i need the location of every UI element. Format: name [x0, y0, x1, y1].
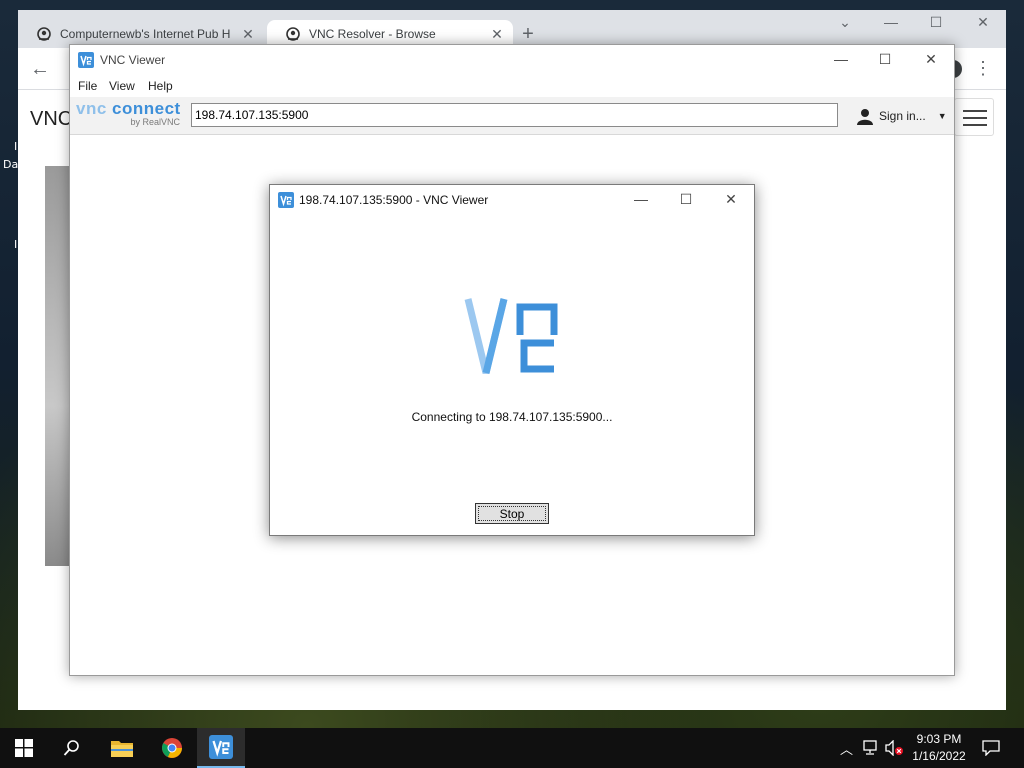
new-tab-button[interactable]: + — [518, 24, 538, 44]
user-icon — [857, 109, 873, 125]
address-bar-row: vnc connect by RealVNC Sign in... ▼ — [70, 97, 954, 135]
menu-file[interactable]: File — [78, 79, 97, 93]
vnc-viewer-taskbar-button[interactable] — [197, 728, 245, 768]
window-titlebar[interactable]: VNC Viewer — ☐ ✕ — [70, 45, 954, 75]
chrome-button[interactable] — [148, 728, 196, 768]
network-icon — [863, 740, 877, 755]
stop-button[interactable]: Stop — [475, 503, 549, 524]
desktop-icon-fragment[interactable]: I — [14, 140, 17, 153]
action-center-button[interactable] — [982, 728, 1000, 768]
sign-in-label: Sign in... — [879, 109, 926, 123]
more-menu-icon[interactable]: ⋮ — [974, 58, 992, 79]
window-title: VNC Viewer — [100, 53, 166, 67]
maximize-icon[interactable]: ☐ — [921, 14, 951, 31]
tab-title: VNC Resolver - Browse — [309, 27, 436, 41]
page-title: VNC — [30, 108, 73, 130]
sign-in-button[interactable]: Sign in... ▼ — [856, 107, 947, 125]
tab-search-icon[interactable]: ⌄ — [830, 14, 860, 31]
clock-time: 9:03 PM — [916, 732, 962, 746]
tab-title: Computernewb's Internet Pub H — [60, 27, 231, 41]
logo-prefix: vnc — [76, 99, 107, 118]
desktop-icon-fragment[interactable]: I — [14, 238, 17, 251]
hamburger-menu-button[interactable] — [954, 98, 994, 136]
minimize-icon[interactable]: — — [626, 191, 656, 207]
tab-strip: Computernewb's Internet Pub H ✕ VNC Reso… — [18, 10, 1006, 48]
taskbar: ︿ 9:03 PM 1/16/2022 — [0, 728, 1024, 768]
close-icon[interactable]: ✕ — [968, 14, 998, 31]
chevron-up-icon: ︿ — [840, 741, 854, 757]
desktop-icon-label-fragment[interactable]: Da — [3, 158, 18, 171]
volume-button[interactable] — [884, 728, 904, 768]
volume-muted-icon — [885, 740, 903, 756]
minimize-icon[interactable]: — — [876, 14, 906, 30]
vnc-app-icon — [78, 52, 94, 68]
menu-view[interactable]: View — [109, 79, 135, 93]
vnc-app-icon — [278, 192, 294, 208]
dropdown-caret-icon: ▼ — [937, 111, 947, 121]
windows-icon — [15, 739, 33, 757]
tab-close-icon[interactable]: ✕ — [489, 26, 505, 43]
back-arrow-icon[interactable]: ← — [30, 58, 50, 81]
vnc-server-address-input[interactable] — [191, 103, 838, 127]
menu-help[interactable]: Help — [148, 79, 173, 93]
logo-main-text: connect — [106, 99, 181, 118]
vnc-logo-icon — [464, 298, 558, 374]
chrome-icon — [162, 738, 182, 758]
connection-status: Connecting to 198.74.107.135:5900... — [411, 410, 613, 424]
vnc-connect-logo: vnc connect by RealVNC — [76, 99, 186, 131]
logo-subtext: by RealVNC — [130, 117, 180, 127]
clock-date: 1/16/2022 — [912, 749, 966, 763]
tab-close-icon[interactable]: ✕ — [240, 26, 256, 43]
connection-dialog: 198.74.107.135:5900 - VNC Viewer — ☐ ✕ C… — [269, 184, 755, 536]
show-hidden-icons-button[interactable]: ︿ — [840, 728, 853, 768]
site-favicon-icon — [36, 26, 52, 42]
minimize-icon[interactable]: — — [826, 51, 856, 67]
site-favicon-icon — [285, 26, 301, 42]
maximize-icon[interactable]: ☐ — [671, 191, 701, 207]
file-explorer-button[interactable] — [98, 728, 146, 768]
menu-bar: File View Help — [70, 75, 954, 97]
system-clock[interactable]: 9:03 PM 1/16/2022 — [906, 731, 972, 765]
network-button[interactable] — [862, 728, 880, 768]
dialog-titlebar[interactable]: 198.74.107.135:5900 - VNC Viewer — ☐ ✕ — [270, 185, 754, 215]
vnc-app-icon — [209, 735, 233, 759]
search-button[interactable] — [48, 728, 96, 768]
folder-icon — [111, 741, 133, 757]
close-icon[interactable]: ✕ — [916, 51, 946, 67]
start-button[interactable] — [0, 728, 48, 768]
maximize-icon[interactable]: ☐ — [870, 51, 900, 67]
notification-icon — [982, 740, 1000, 756]
dialog-title: 198.74.107.135:5900 - VNC Viewer — [299, 193, 489, 207]
search-icon — [63, 740, 79, 756]
close-icon[interactable]: ✕ — [716, 191, 746, 207]
